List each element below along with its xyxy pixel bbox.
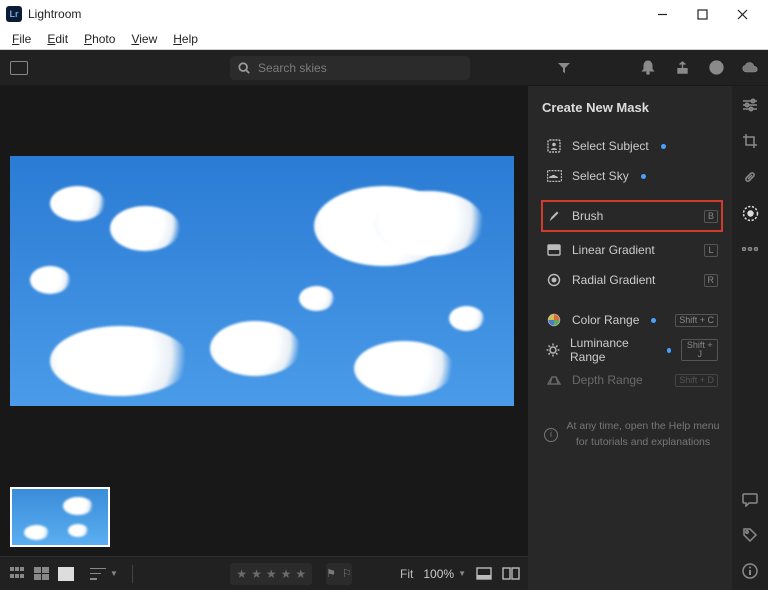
flag-reject-icon[interactable]: ⚐ — [342, 567, 352, 580]
zoom-select[interactable]: 100%▼ — [423, 567, 466, 581]
more-icon[interactable] — [741, 240, 759, 258]
flag-pick-icon[interactable]: ⚑ — [326, 567, 336, 580]
star-icon[interactable]: ★ — [295, 567, 306, 581]
rating-stars[interactable]: ★ ★ ★ ★ ★ — [230, 563, 311, 585]
mask-radial-gradient[interactable]: Radial Gradient R — [542, 265, 722, 295]
badge-dot — [651, 318, 656, 323]
grid-view-small-icon[interactable] — [10, 567, 28, 581]
filmstrip — [0, 478, 528, 556]
panel-title: Create New Mask — [542, 100, 722, 115]
shortcut-badge: Shift + J — [681, 339, 718, 361]
chevron-down-icon: ▼ — [110, 569, 118, 578]
compare-icon[interactable] — [502, 567, 518, 581]
search-placeholder: Search skies — [258, 61, 327, 75]
radial-gradient-icon — [546, 272, 562, 288]
topbar: Search skies — [0, 50, 768, 86]
close-button[interactable] — [722, 0, 762, 28]
info-rail-icon[interactable] — [741, 562, 759, 580]
mask-brush[interactable]: Brush B — [542, 201, 722, 231]
mask-color-range[interactable]: Color Range Shift + C — [542, 305, 722, 335]
shortcut-badge: Shift + C — [675, 314, 718, 327]
cloud-icon[interactable] — [742, 60, 758, 76]
healing-icon[interactable] — [741, 168, 759, 186]
grid-view-large-icon[interactable] — [34, 567, 52, 581]
my-photos-icon[interactable] — [10, 61, 28, 75]
mask-label: Brush — [572, 209, 603, 223]
sliders-icon[interactable] — [741, 96, 759, 114]
star-icon[interactable]: ★ — [266, 567, 277, 581]
crop-icon[interactable] — [741, 132, 759, 150]
flag-box[interactable]: ⚑ ⚐ — [326, 563, 352, 585]
star-icon[interactable]: ★ — [251, 567, 262, 581]
mask-depth-range: Depth Range Shift + D — [542, 365, 722, 395]
app-icon: Lr — [6, 6, 22, 22]
menu-file[interactable]: File — [4, 32, 39, 46]
tag-icon[interactable] — [741, 526, 759, 544]
badge-dot — [661, 144, 666, 149]
create-mask-panel: Create New Mask Select Subject Select Sk… — [528, 86, 732, 590]
minimize-button[interactable] — [642, 0, 682, 28]
window-titlebar: Lr Lightroom — [0, 0, 768, 28]
fit-label[interactable]: Fit — [400, 567, 413, 581]
menu-edit[interactable]: Edit — [39, 32, 76, 46]
share-icon[interactable] — [674, 60, 690, 76]
bottombar: ▼ ★ ★ ★ ★ ★ ⚑ ⚐ Fit 100%▼ — [0, 556, 528, 590]
info-hint: i At any time, open the Help menu for tu… — [542, 419, 722, 451]
menu-view[interactable]: View — [123, 32, 165, 46]
hint-text: At any time, open the Help menu for tuto… — [566, 419, 720, 451]
star-icon[interactable]: ★ — [236, 567, 247, 581]
color-range-icon — [546, 312, 562, 328]
mask-label: Depth Range — [572, 373, 643, 387]
funnel-icon[interactable] — [556, 60, 572, 76]
shortcut-badge: R — [704, 274, 719, 287]
brush-icon — [546, 208, 562, 224]
luminance-icon — [546, 342, 560, 358]
star-icon[interactable]: ★ — [281, 567, 292, 581]
photo-preview[interactable] — [10, 156, 514, 406]
maximize-button[interactable] — [682, 0, 722, 28]
menubar: File Edit Photo View Help — [0, 28, 768, 50]
shortcut-badge: L — [704, 244, 718, 257]
badge-dot — [667, 348, 671, 353]
masking-icon[interactable] — [741, 204, 759, 222]
mask-label: Luminance Range — [570, 336, 655, 364]
mask-linear-gradient[interactable]: Linear Gradient L — [542, 235, 722, 265]
search-icon — [238, 62, 250, 74]
right-rail — [732, 86, 768, 590]
mask-label: Radial Gradient — [572, 273, 655, 287]
window-title: Lightroom — [28, 7, 81, 21]
mask-select-subject[interactable]: Select Subject — [542, 131, 722, 161]
comment-icon[interactable] — [741, 490, 759, 508]
mask-label: Select Sky — [572, 169, 629, 183]
person-icon — [546, 138, 562, 154]
linear-gradient-icon — [546, 242, 562, 258]
mask-label: Select Subject — [572, 139, 649, 153]
canvas-area[interactable] — [0, 86, 528, 478]
mask-label: Linear Gradient — [572, 243, 655, 257]
menu-help[interactable]: Help — [165, 32, 206, 46]
mask-luminance-range[interactable]: Luminance Range Shift + J — [542, 335, 722, 365]
sort-icon[interactable] — [90, 568, 106, 580]
sky-icon — [546, 168, 562, 184]
mask-select-sky[interactable]: Select Sky — [542, 161, 722, 191]
single-view-icon[interactable] — [58, 567, 74, 581]
mask-label: Color Range — [572, 313, 639, 327]
shortcut-badge: Shift + D — [675, 374, 718, 387]
help-icon[interactable] — [708, 60, 724, 76]
search-input[interactable]: Search skies — [230, 56, 470, 80]
menu-photo[interactable]: Photo — [76, 32, 123, 46]
info-icon: i — [544, 428, 558, 442]
badge-dot — [641, 174, 646, 179]
bell-icon[interactable] — [640, 60, 656, 76]
thumbnail[interactable] — [10, 487, 110, 547]
shortcut-badge: B — [704, 210, 718, 223]
depth-icon — [546, 372, 562, 388]
info-overlay-icon[interactable] — [476, 567, 492, 581]
